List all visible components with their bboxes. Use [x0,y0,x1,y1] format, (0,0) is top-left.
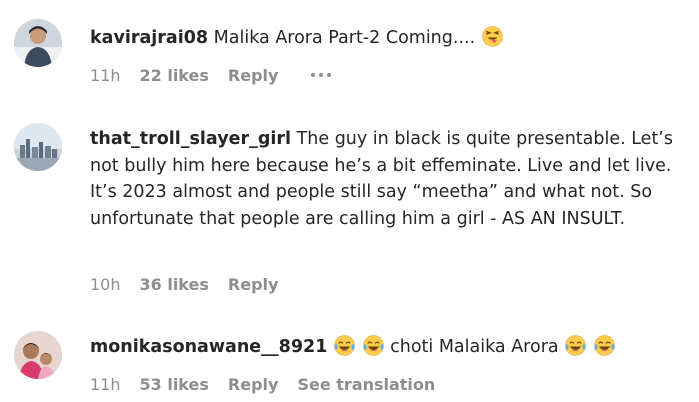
more-options-icon[interactable] [311,73,332,77]
winking-tongue-emoji-icon [481,26,503,47]
comment-username[interactable]: monikasonawane__8921 [90,337,327,357]
comment-text: monikasonawane__8921 choti Malaika Arora [90,334,685,361]
likes-count[interactable]: 36 likes [140,275,209,294]
likes-count[interactable]: 22 likes [140,66,209,85]
reply-button[interactable]: Reply [228,375,279,394]
likes-count[interactable]: 53 likes [140,375,209,394]
tears-of-joy-emoji-icon [565,335,586,356]
comment-meta: 11h 22 likes Reply [90,65,332,85]
comment-body: choti Malaika Arora [384,337,565,357]
avatar[interactable] [14,19,62,67]
comment-body: Malika Arora Part-2 Coming.... [208,28,476,48]
comment-text: kavirajrai08 Malika Arora Part-2 Coming.… [90,25,685,52]
comment-time: 10h [90,274,121,294]
tears-of-joy-emoji-icon [334,335,355,356]
see-translation-button[interactable]: See translation [297,375,435,394]
tears-of-joy-emoji-icon [362,335,384,356]
tears-of-joy-emoji-icon [594,335,615,356]
comment-time: 11h [90,374,121,394]
avatar[interactable] [14,123,62,171]
comment-time: 11h [90,65,121,85]
avatar[interactable] [14,331,62,379]
comment-username[interactable]: kavirajrai08 [90,28,208,48]
comment-username[interactable]: that_troll_slayer_girl [90,129,291,149]
comment-meta: 11h 53 likes Reply See translation [90,374,454,394]
reply-button[interactable]: Reply [228,275,279,294]
comment-text: that_troll_slayer_girl The guy in black … [90,126,685,232]
reply-button[interactable]: Reply [228,66,279,85]
comment-meta: 10h 36 likes Reply [90,274,297,294]
